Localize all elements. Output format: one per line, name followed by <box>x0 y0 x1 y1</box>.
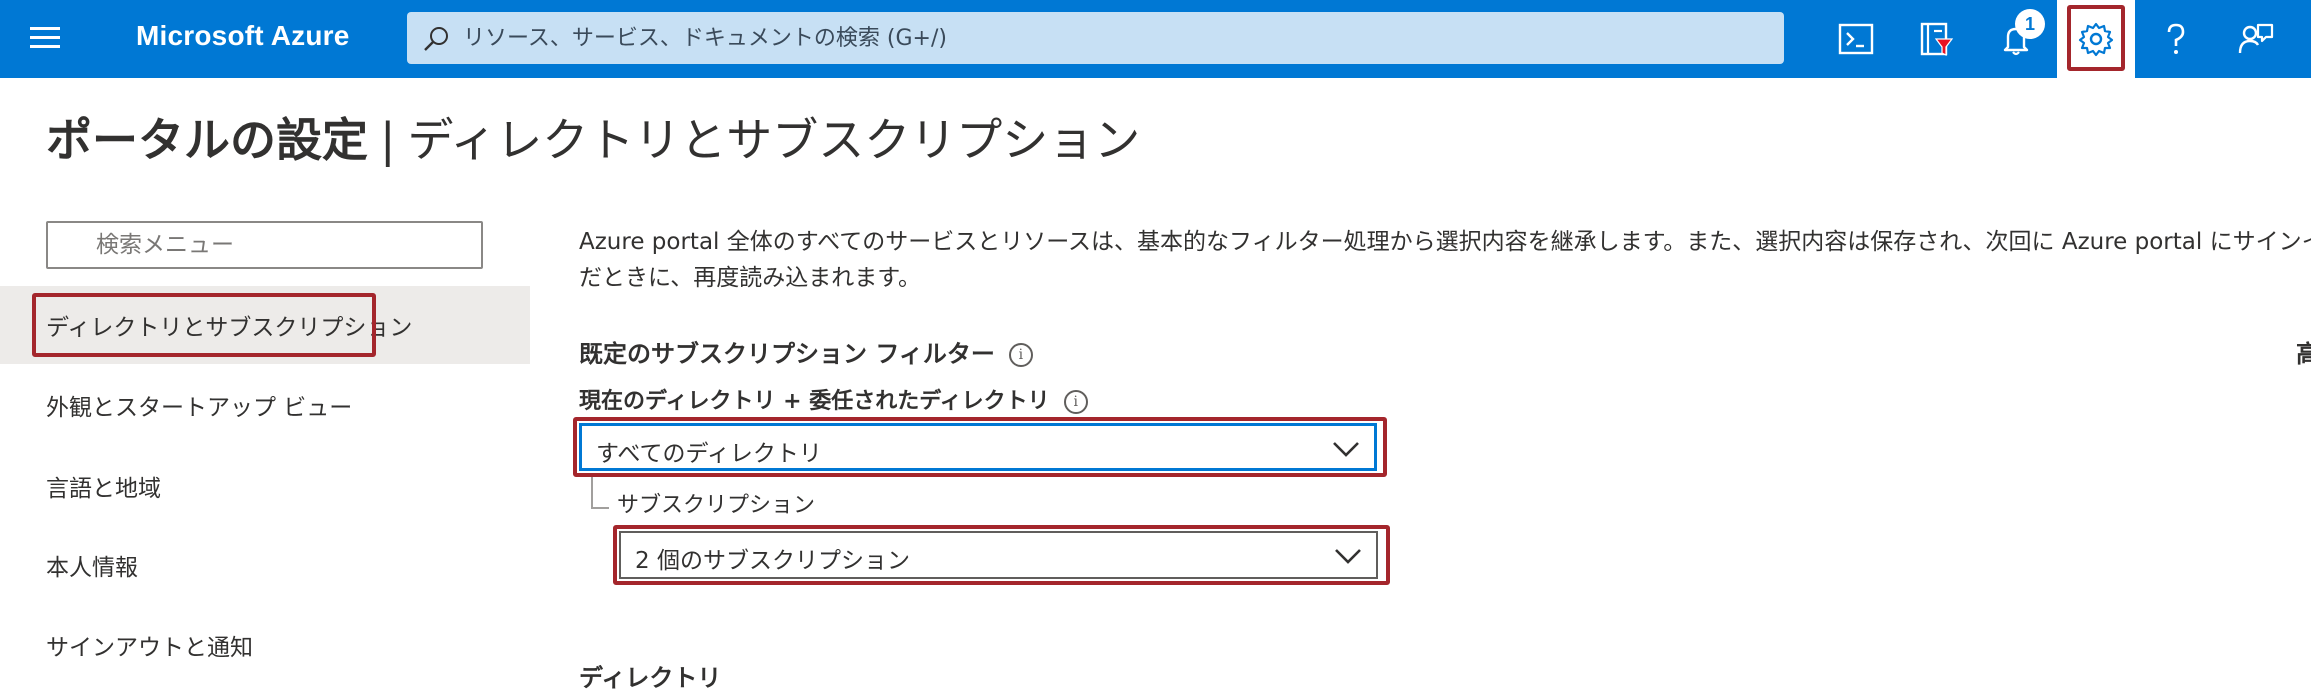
settings-button[interactable] <box>2057 0 2135 78</box>
sidebar-item-label: 言語と地域 <box>46 476 161 502</box>
settings-highlight <box>2067 5 2125 71</box>
next-section-partial: ディレクトリ <box>579 664 722 692</box>
info-icon[interactable]: i <box>1008 343 1033 367</box>
help-button[interactable] <box>2137 0 2215 78</box>
cloud-shell-icon <box>1838 23 1874 55</box>
advanced-section-partial: 高 <box>2296 340 2311 368</box>
sidebar-item-label: サインアウトと通知 <box>46 635 253 661</box>
section-title: 既定のサブスクリプション フィルター i <box>579 334 1033 369</box>
section-title-text: 既定のサブスクリプション フィルター <box>579 340 995 368</box>
info-icon[interactable]: i <box>1063 390 1088 414</box>
sidebar-item-signout[interactable]: サインアウトと通知 <box>0 604 530 682</box>
directory-dropdown-highlight <box>573 417 1387 477</box>
sidebar-item-label: 外観とスタートアップ ビュー <box>46 395 353 421</box>
notifications-button[interactable]: 1 <box>1977 0 2055 78</box>
directory-label-text: 現在のディレクトリ + 委任されたディレクトリ <box>579 389 1050 414</box>
search-icon <box>424 27 448 51</box>
feedback-button[interactable] <box>2217 0 2295 78</box>
page-title-separator: | <box>380 113 396 167</box>
menu-search[interactable] <box>46 221 483 269</box>
top-bar: Microsoft Azure 1 <box>0 0 2311 78</box>
notification-badge: 1 <box>2015 9 2045 39</box>
brand-title[interactable]: Microsoft Azure <box>136 20 350 52</box>
help-icon <box>2167 23 2185 54</box>
menu-search-input[interactable] <box>96 223 476 267</box>
subscription-field-label: サブスクリプション <box>617 493 816 518</box>
subscription-dropdown-highlight <box>613 525 1390 585</box>
hamburger-menu-icon[interactable] <box>30 24 64 52</box>
description-line-1: Azure portal 全体のすべてのサービスとリソースは、基本的なフィルター… <box>579 229 2311 255</box>
global-search-input[interactable] <box>463 12 1763 64</box>
global-search[interactable] <box>407 12 1784 64</box>
sidebar-item-appearance[interactable]: 外観とスタートアップ ビュー <box>0 364 530 442</box>
page-title: ポータルの設定 | ディレクトリとサブスクリプション <box>46 104 1140 170</box>
page-title-main: ポータルの設定 <box>46 113 368 167</box>
directory-field-label: 現在のディレクトリ + 委任されたディレクトリ i <box>579 383 1088 415</box>
description: Azure portal 全体のすべてのサービスとリソースは、基本的なフィルター… <box>579 224 2311 296</box>
tree-connector <box>591 477 609 509</box>
sidebar-item-directories[interactable]: ディレクトリとサブスクリプション <box>0 286 530 364</box>
directory-filter-button[interactable] <box>1897 0 1975 78</box>
sidebar-item-label: 本人情報 <box>46 555 138 581</box>
feedback-icon <box>2238 23 2274 54</box>
page-title-sub: ディレクトリとサブスクリプション <box>407 113 1141 167</box>
description-line-2: だときに、再度読み込まれます。 <box>579 265 922 291</box>
sidebar-item-my-info[interactable]: 本人情報 <box>0 524 530 602</box>
selected-item-highlight <box>32 293 376 357</box>
cloud-shell-button[interactable] <box>1817 0 1895 78</box>
directory-filter-icon <box>1920 22 1954 56</box>
sidebar-item-language[interactable]: 言語と地域 <box>0 445 530 523</box>
